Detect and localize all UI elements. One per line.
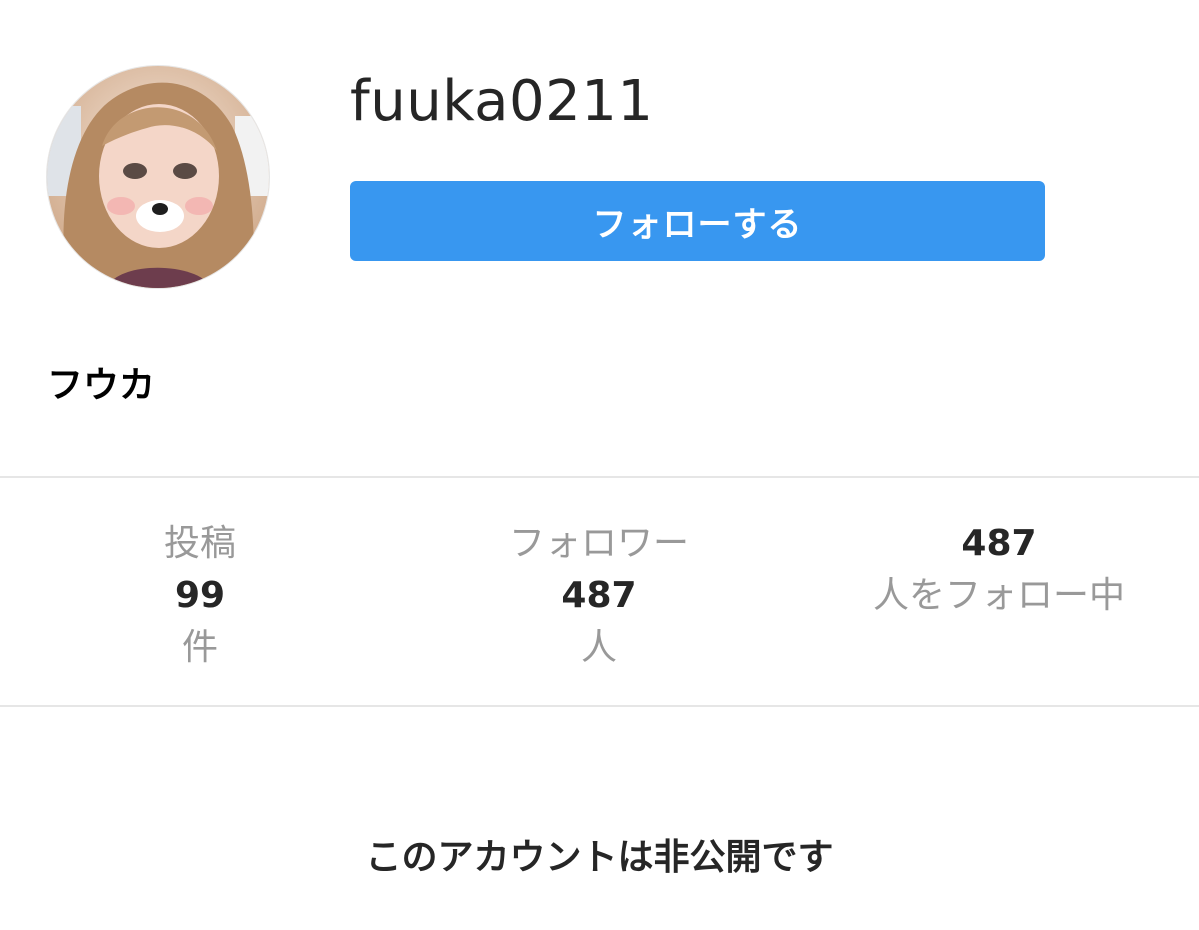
divider xyxy=(0,705,1199,707)
private-account-notice: このアカウントは非公開です xyxy=(365,837,834,878)
follow-button[interactable]: フォローする xyxy=(350,181,1045,261)
posts-unit: 件 xyxy=(181,627,218,668)
followers-unit: 人 xyxy=(580,627,617,668)
following-count: 487 xyxy=(961,523,1037,564)
avatar[interactable] xyxy=(47,66,269,288)
posts-stat: 投稿 99 件 xyxy=(0,518,400,674)
posts-label: 投稿 xyxy=(163,523,236,564)
following-label: 人をフォロー中 xyxy=(872,575,1125,616)
followers-label: フォロワー xyxy=(508,523,689,564)
posts-count: 99 xyxy=(174,575,226,616)
display-name: フウカ xyxy=(47,365,156,406)
avatar-photo xyxy=(47,66,269,288)
following-stat[interactable]: 487 人をフォロー中 xyxy=(799,518,1199,622)
followers-count: 487 xyxy=(561,575,637,616)
username: fuuka0211 xyxy=(350,69,654,134)
stats-bar: 投稿 99 件 フォロワー 487 人 487 人をフォロー中 xyxy=(0,478,1199,705)
followers-stat[interactable]: フォロワー 487 人 xyxy=(399,518,799,674)
profile-page: fuuka0211 フォローする フウカ 投稿 99 件 フォロワー 487 人… xyxy=(0,0,1199,930)
